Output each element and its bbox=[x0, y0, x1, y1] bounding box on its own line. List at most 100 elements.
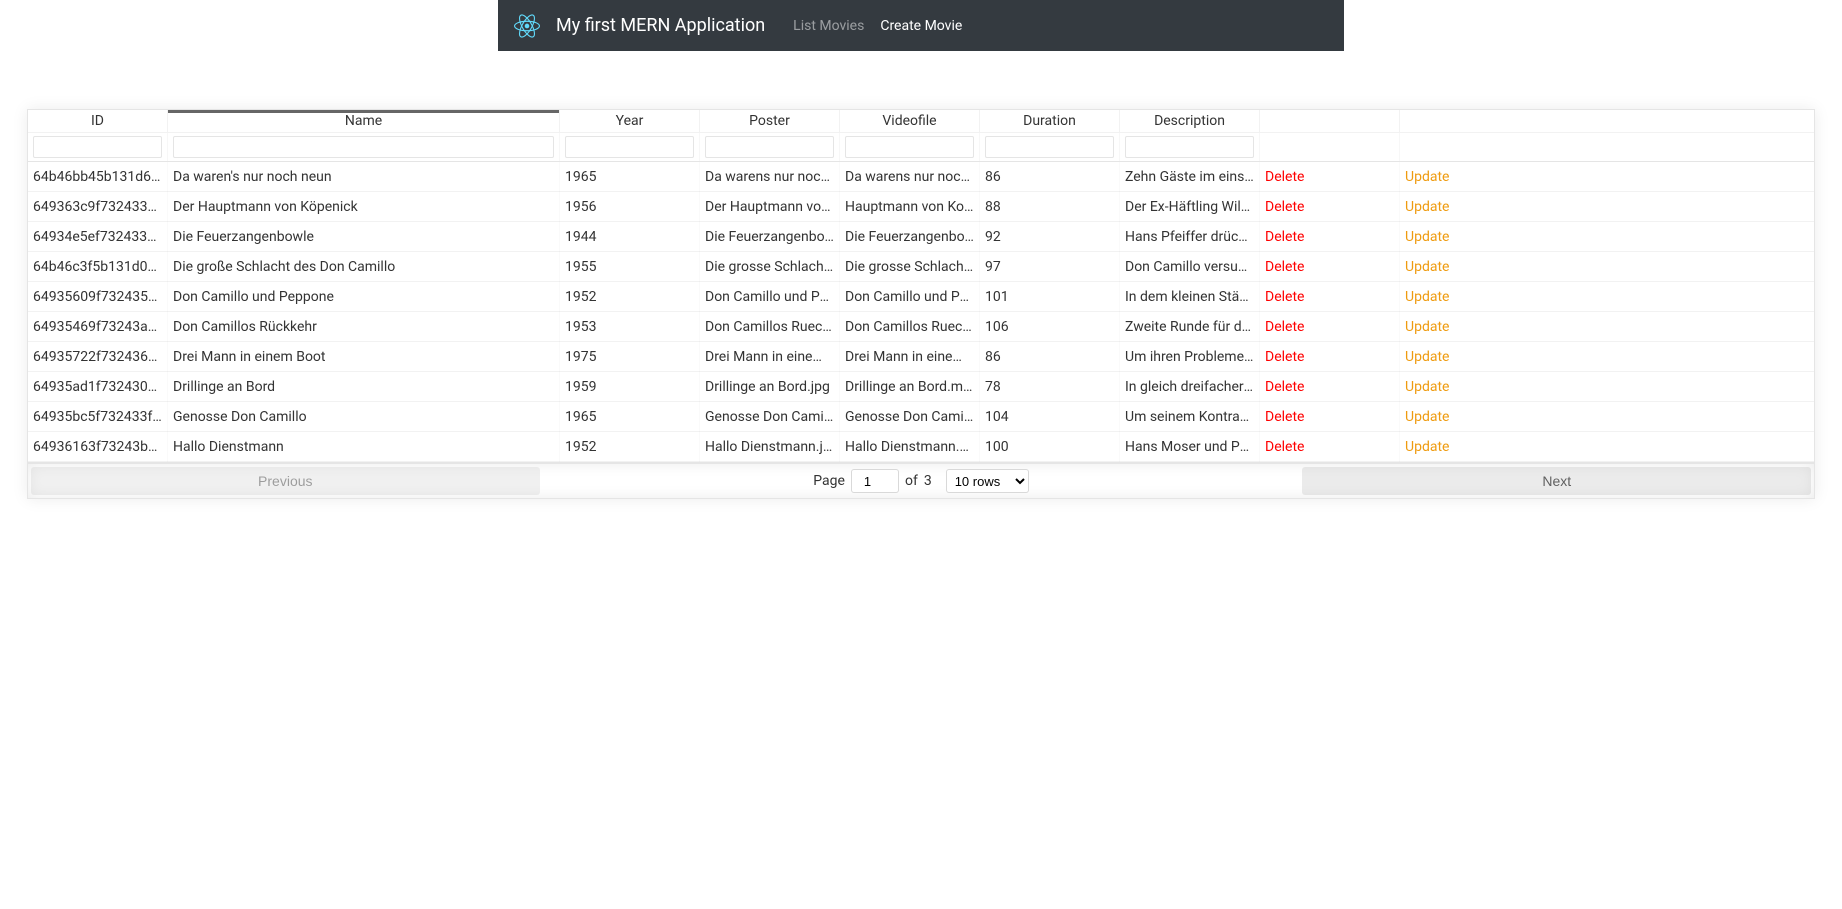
table-row: 64935722f73243668f…Drei Mann in einem Bo… bbox=[28, 342, 1814, 372]
table-row: 64934e5ef73243350f…Die Feuerzangenbowle1… bbox=[28, 222, 1814, 252]
cell-videofile: Drillinge an Bord.mp4 bbox=[840, 372, 980, 402]
total-pages: 3 bbox=[924, 473, 932, 489]
filter-input-videofile[interactable] bbox=[845, 136, 974, 158]
filter-input-name[interactable] bbox=[173, 136, 554, 158]
column-header-description[interactable]: Description bbox=[1120, 110, 1260, 132]
update-link[interactable]: Update bbox=[1405, 319, 1449, 335]
rows-per-page-select[interactable]: 5 rows10 rows20 rows25 rows50 rows100 ro… bbox=[946, 469, 1029, 493]
nav-link-list-movies[interactable]: List Movies bbox=[785, 18, 872, 34]
delete-link[interactable]: Delete bbox=[1265, 229, 1304, 245]
page-label: Page bbox=[813, 473, 845, 489]
cell-id: 64935bc5f732433fad… bbox=[28, 402, 168, 432]
cell-description: Zweite Runde für die … bbox=[1120, 312, 1260, 342]
delete-link[interactable]: Delete bbox=[1265, 169, 1304, 185]
delete-link[interactable]: Delete bbox=[1265, 289, 1304, 305]
cell-description: Hans Moser und Paul… bbox=[1120, 432, 1260, 462]
update-link[interactable]: Update bbox=[1405, 439, 1449, 455]
filter-input-id[interactable] bbox=[33, 136, 162, 158]
react-logo-icon bbox=[514, 13, 540, 39]
update-link[interactable]: Update bbox=[1405, 259, 1449, 275]
delete-link[interactable]: Delete bbox=[1265, 319, 1304, 335]
update-link[interactable]: Update bbox=[1405, 199, 1449, 215]
cell-id: 64935609f73243528f… bbox=[28, 282, 168, 312]
table-row: 64b46bb45b131d641…Da waren's nur noch ne… bbox=[28, 162, 1814, 192]
column-header-id[interactable]: ID bbox=[28, 110, 168, 132]
cell-id: 64935722f73243668f… bbox=[28, 342, 168, 372]
movies-table: ID Name Year Poster Videofile Duration D… bbox=[27, 109, 1815, 499]
delete-link[interactable]: Delete bbox=[1265, 439, 1304, 455]
cell-description: In dem kleinen Städtc… bbox=[1120, 282, 1260, 312]
cell-videofile: Drei Mann in einem B… bbox=[840, 342, 980, 372]
cell-id: 64935ad1f732430d39… bbox=[28, 372, 168, 402]
next-button[interactable]: Next bbox=[1302, 467, 1811, 495]
cell-name: Drillinge an Bord bbox=[168, 372, 560, 402]
table-header-row: ID Name Year Poster Videofile Duration D… bbox=[28, 110, 1814, 133]
cell-description: In gleich dreifacher A… bbox=[1120, 372, 1260, 402]
cell-videofile: Hallo Dienstmann.mp4 bbox=[840, 432, 980, 462]
table-row: 64b46c3f5b131d09fd…Die große Schlacht de… bbox=[28, 252, 1814, 282]
cell-videofile: Die Feuerzangenbowl… bbox=[840, 222, 980, 252]
table-row: 649363c9f7324331df…Der Hauptmann von Köp… bbox=[28, 192, 1814, 222]
cell-poster: Don Camillos Rueckk… bbox=[700, 312, 840, 342]
cell-id: 64936163f73243b906… bbox=[28, 432, 168, 462]
column-header-update bbox=[1400, 110, 1814, 132]
cell-year: 1953 bbox=[560, 312, 700, 342]
filter-input-description[interactable] bbox=[1125, 136, 1254, 158]
delete-link[interactable]: Delete bbox=[1265, 199, 1304, 215]
table-row: 64935609f73243528f…Don Camillo und Peppo… bbox=[28, 282, 1814, 312]
delete-link[interactable]: Delete bbox=[1265, 349, 1304, 365]
cell-duration: 104 bbox=[980, 402, 1120, 432]
cell-name: Der Hauptmann von Köpenick bbox=[168, 192, 560, 222]
cell-duration: 101 bbox=[980, 282, 1120, 312]
of-label: of bbox=[905, 473, 918, 489]
update-link[interactable]: Update bbox=[1405, 229, 1449, 245]
update-link[interactable]: Update bbox=[1405, 379, 1449, 395]
cell-name: Don Camillo und Peppone bbox=[168, 282, 560, 312]
filter-input-year[interactable] bbox=[565, 136, 694, 158]
cell-duration: 78 bbox=[980, 372, 1120, 402]
cell-videofile: Hauptmann von Koep… bbox=[840, 192, 980, 222]
cell-poster: Don Camillo und Pep… bbox=[700, 282, 840, 312]
cell-id: 64934e5ef73243350f… bbox=[28, 222, 168, 252]
cell-poster: Hallo Dienstmann.jpg bbox=[700, 432, 840, 462]
delete-link[interactable]: Delete bbox=[1265, 409, 1304, 425]
cell-description: Um seinem Kontrahe… bbox=[1120, 402, 1260, 432]
cell-duration: 97 bbox=[980, 252, 1120, 282]
table-row: 64936163f73243b906…Hallo Dienstmann1952H… bbox=[28, 432, 1814, 462]
previous-button[interactable]: Previous bbox=[31, 467, 540, 495]
delete-link[interactable]: Delete bbox=[1265, 379, 1304, 395]
update-link[interactable]: Update bbox=[1405, 169, 1449, 185]
update-link[interactable]: Update bbox=[1405, 409, 1449, 425]
cell-poster: Drillinge an Bord.jpg bbox=[700, 372, 840, 402]
cell-duration: 86 bbox=[980, 162, 1120, 192]
column-header-name[interactable]: Name bbox=[168, 110, 560, 132]
cell-videofile: Da warens nur noch n… bbox=[840, 162, 980, 192]
delete-link[interactable]: Delete bbox=[1265, 259, 1304, 275]
update-link[interactable]: Update bbox=[1405, 289, 1449, 305]
cell-id: 649363c9f7324331df… bbox=[28, 192, 168, 222]
cell-videofile: Don Camillos Rueckk… bbox=[840, 312, 980, 342]
column-header-duration[interactable]: Duration bbox=[980, 110, 1120, 132]
cell-year: 1944 bbox=[560, 222, 700, 252]
cell-poster: Der Hauptmann von … bbox=[700, 192, 840, 222]
column-header-poster[interactable]: Poster bbox=[700, 110, 840, 132]
update-link[interactable]: Update bbox=[1405, 349, 1449, 365]
cell-name: Da waren's nur noch neun bbox=[168, 162, 560, 192]
cell-duration: 106 bbox=[980, 312, 1120, 342]
cell-poster: Die grosse Schlacht d… bbox=[700, 252, 840, 282]
filter-input-poster[interactable] bbox=[705, 136, 834, 158]
page-number-input[interactable] bbox=[851, 469, 899, 493]
cell-duration: 100 bbox=[980, 432, 1120, 462]
filter-input-duration[interactable] bbox=[985, 136, 1114, 158]
column-header-year[interactable]: Year bbox=[560, 110, 700, 132]
cell-year: 1965 bbox=[560, 402, 700, 432]
table-row: 64935bc5f732433fad…Genosse Don Camillo19… bbox=[28, 402, 1814, 432]
cell-description: Der Ex-Häftling Wilhel… bbox=[1120, 192, 1260, 222]
cell-description: Zehn Gäste im einsa… bbox=[1120, 162, 1260, 192]
cell-id: 64935469f73243ad21… bbox=[28, 312, 168, 342]
nav-link-create-movie[interactable]: Create Movie bbox=[872, 18, 970, 34]
cell-poster: Drei Mann in einem B… bbox=[700, 342, 840, 372]
cell-description: Don Camillo versucht … bbox=[1120, 252, 1260, 282]
column-header-videofile[interactable]: Videofile bbox=[840, 110, 980, 132]
cell-year: 1952 bbox=[560, 432, 700, 462]
